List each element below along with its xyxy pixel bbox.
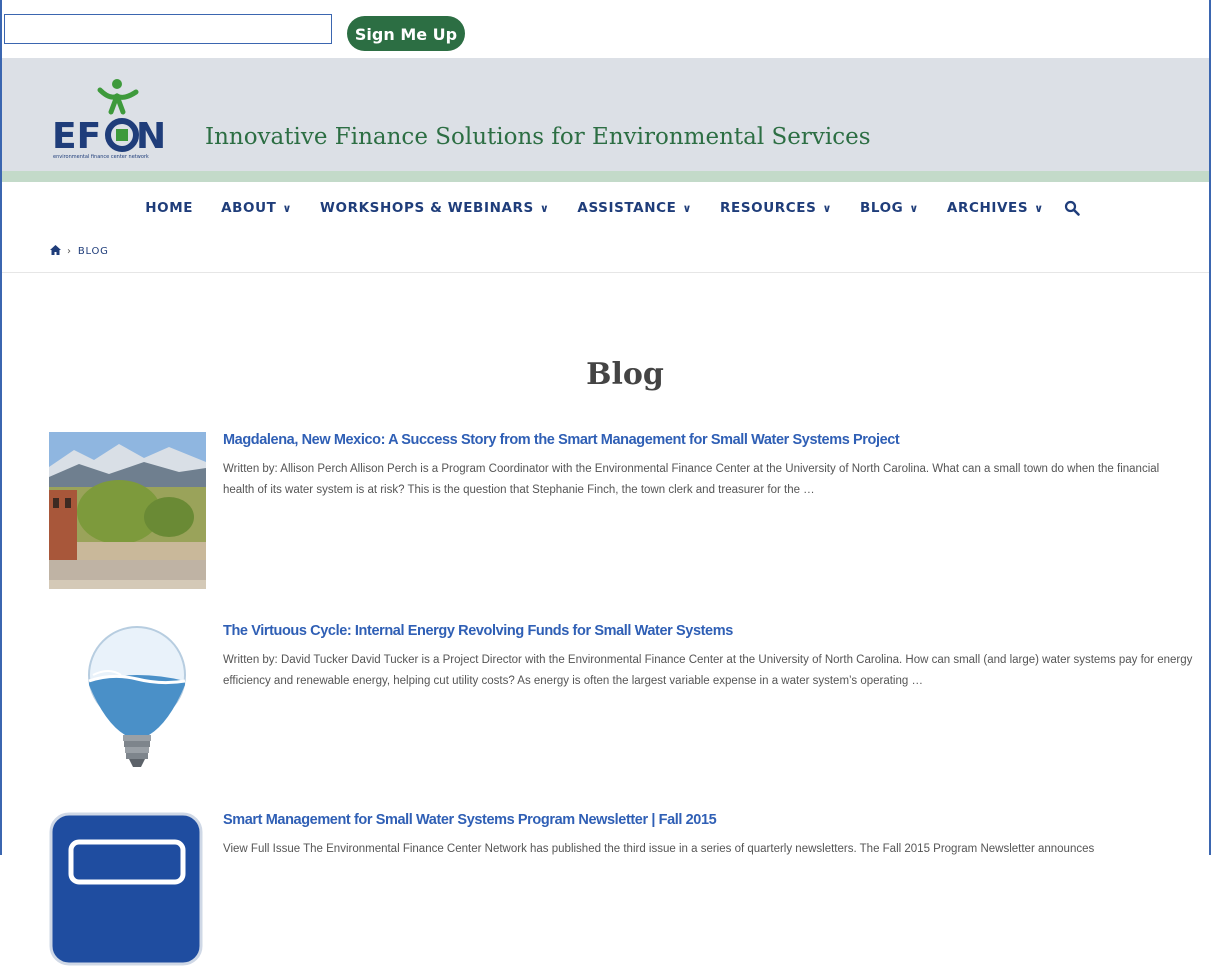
chevron-down-icon: ∨ [822,201,832,215]
nav-item-assistance[interactable]: ASSISTANCE ∨ [577,200,692,216]
chevron-down-icon: ∨ [1034,201,1044,215]
post-excerpt: Written by: David Tucker David Tucker is… [223,654,1193,687]
svg-text:environmental finance center n: environmental finance center network [53,154,149,160]
nav-item-label: HOME [145,200,194,216]
nav-item-blog[interactable]: BLOG ∨ [860,200,919,216]
chevron-down-icon: ∨ [909,201,919,215]
search-icon[interactable] [1064,200,1080,216]
post-title-link[interactable]: Smart Management for Small Water Systems… [223,812,717,828]
nav-item-label: BLOG [860,200,904,216]
blog-post-item: The Virtuous Cycle: Internal Energy Revo… [49,623,1194,783]
post-title-link[interactable]: The Virtuous Cycle: Internal Energy Revo… [223,623,733,639]
svg-text:EF: EF [52,116,101,157]
nav-item-label: ARCHIVES [946,200,1029,216]
divider [2,272,1209,273]
breadcrumb-separator: › [67,246,72,257]
chevron-down-icon: ∨ [282,201,293,215]
nav-item-resources[interactable]: RESOURCES ∨ [720,200,832,216]
post-thumbnail-newsletter[interactable] [49,812,206,969]
blog-post-item: Magdalena, New Mexico: A Success Story f… [49,432,1194,592]
blog-post-item: Smart Management for Small Water Systems… [49,812,1194,966]
post-title-link[interactable]: Magdalena, New Mexico: A Success Story f… [223,432,900,448]
window-frame-left [0,0,2,855]
newsletter-signup-bar: Sign Me Up [0,0,1211,58]
post-thumbnail-lightbulb[interactable] [49,623,206,780]
header-stripe [2,171,1209,182]
site-header [2,58,1209,171]
nav-item-label: RESOURCES [720,200,817,216]
nav-item-home[interactable]: HOME [145,200,193,216]
nav-item-workshops-webinars[interactable]: WORKSHOPS & WEBINARS ∨ [320,200,549,216]
nav-item-about[interactable]: ABOUT ∨ [221,200,292,216]
chevron-down-icon: ∨ [682,201,693,215]
home-icon[interactable] [50,245,61,258]
nav-item-label: WORKSHOPS & WEBINARS [320,200,534,216]
post-excerpt: Written by: Allison Perch Allison Perch … [223,463,1160,496]
chevron-down-icon: ∨ [539,201,550,215]
breadcrumb: › BLOG [50,245,109,258]
efcn-logo-graphic: EF N environmental finance center networ… [52,79,166,160]
main-navigation: HOME ABOUT ∨ WORKSHOPS & WEBINARS ∨ ASSI… [0,196,1211,220]
sign-me-up-button[interactable]: Sign Me Up [347,16,465,51]
post-thumbnail-magdalena[interactable] [49,432,206,589]
signup-email-input[interactable] [4,14,332,44]
site-tagline: Innovative Finance Solutions for Environ… [205,124,871,150]
post-excerpt: View Full Issue The Environmental Financ… [223,843,1095,855]
breadcrumb-current: BLOG [77,246,109,257]
efcn-logo[interactable]: EF N environmental finance center networ… [50,78,175,160]
page-title: Blog [586,357,664,392]
nav-item-label: ASSISTANCE [577,200,677,216]
nav-item-archives[interactable]: ARCHIVES ∨ [947,200,1044,216]
svg-text:N: N [136,116,166,157]
nav-item-label: ABOUT [221,200,277,216]
